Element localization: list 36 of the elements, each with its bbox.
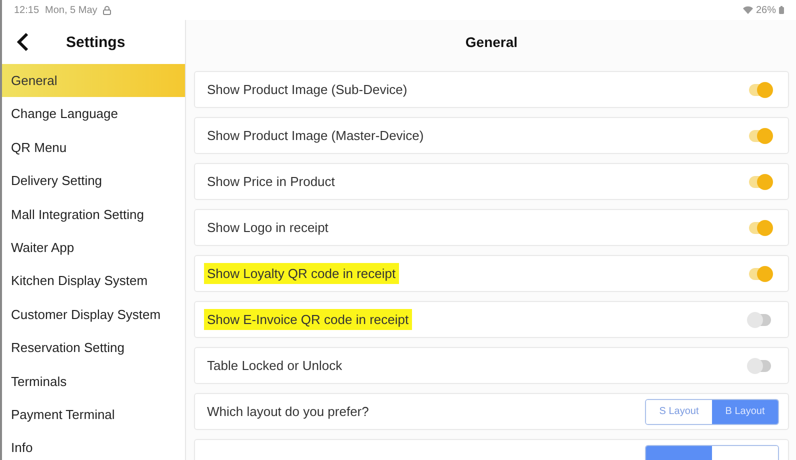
sidebar-item[interactable]: Reservation Setting: [2, 331, 185, 365]
sidebar-item[interactable]: Waiter App: [2, 230, 185, 264]
status-date: Mon, 5 May: [45, 4, 98, 16]
sidebar-title: Settings: [66, 34, 126, 50]
setting-label: Show Product Image (Master-Device): [206, 127, 425, 145]
toggle-switch[interactable]: [749, 360, 771, 372]
toggle-switch[interactable]: [749, 130, 771, 142]
setting-label: Show E-Invoice QR code in receipt: [204, 309, 412, 330]
toggle-switch[interactable]: [749, 268, 771, 280]
sidebar-item[interactable]: Mall Integration Setting: [2, 198, 185, 231]
sidebar-item[interactable]: Terminals: [2, 364, 185, 398]
sidebar-item[interactable]: Customer Display System: [2, 298, 185, 332]
setting-label: Show Logo in receipt: [206, 219, 330, 237]
sidebar-item[interactable]: Kitchen Display System: [2, 264, 185, 298]
toggle-switch[interactable]: [749, 84, 771, 96]
toggle-switch[interactable]: [749, 314, 771, 326]
back-icon[interactable]: [16, 32, 30, 52]
wifi-icon: [742, 6, 753, 14]
battery-level: 26%: [756, 4, 776, 16]
setting-label: Table Locked or Unlock: [206, 357, 344, 375]
setting-label: Show Product Image (Sub-Device): [206, 81, 408, 99]
toggle-switch[interactable]: [749, 222, 771, 234]
page-title: General: [464, 33, 519, 52]
setting-label: Show Price in Product: [206, 173, 336, 191]
sidebar-item[interactable]: Payment Terminal: [2, 398, 185, 432]
sidebar-item[interactable]: General: [2, 64, 185, 98]
sidebar-item[interactable]: Delivery Setting: [2, 164, 185, 198]
setting-label: Which layout do you prefer?: [206, 403, 370, 421]
toggle-switch[interactable]: [749, 176, 771, 188]
sidebar-item[interactable]: QR Menu: [2, 130, 185, 164]
setting-label: Show Loyalty QR code in receipt: [204, 263, 399, 284]
sidebar-item[interactable]: Change Language: [2, 97, 185, 131]
status-time: 12:15: [14, 4, 40, 16]
lock-icon: [103, 6, 112, 14]
sidebar-item[interactable]: Info: [2, 431, 185, 460]
battery-icon: [779, 6, 784, 14]
